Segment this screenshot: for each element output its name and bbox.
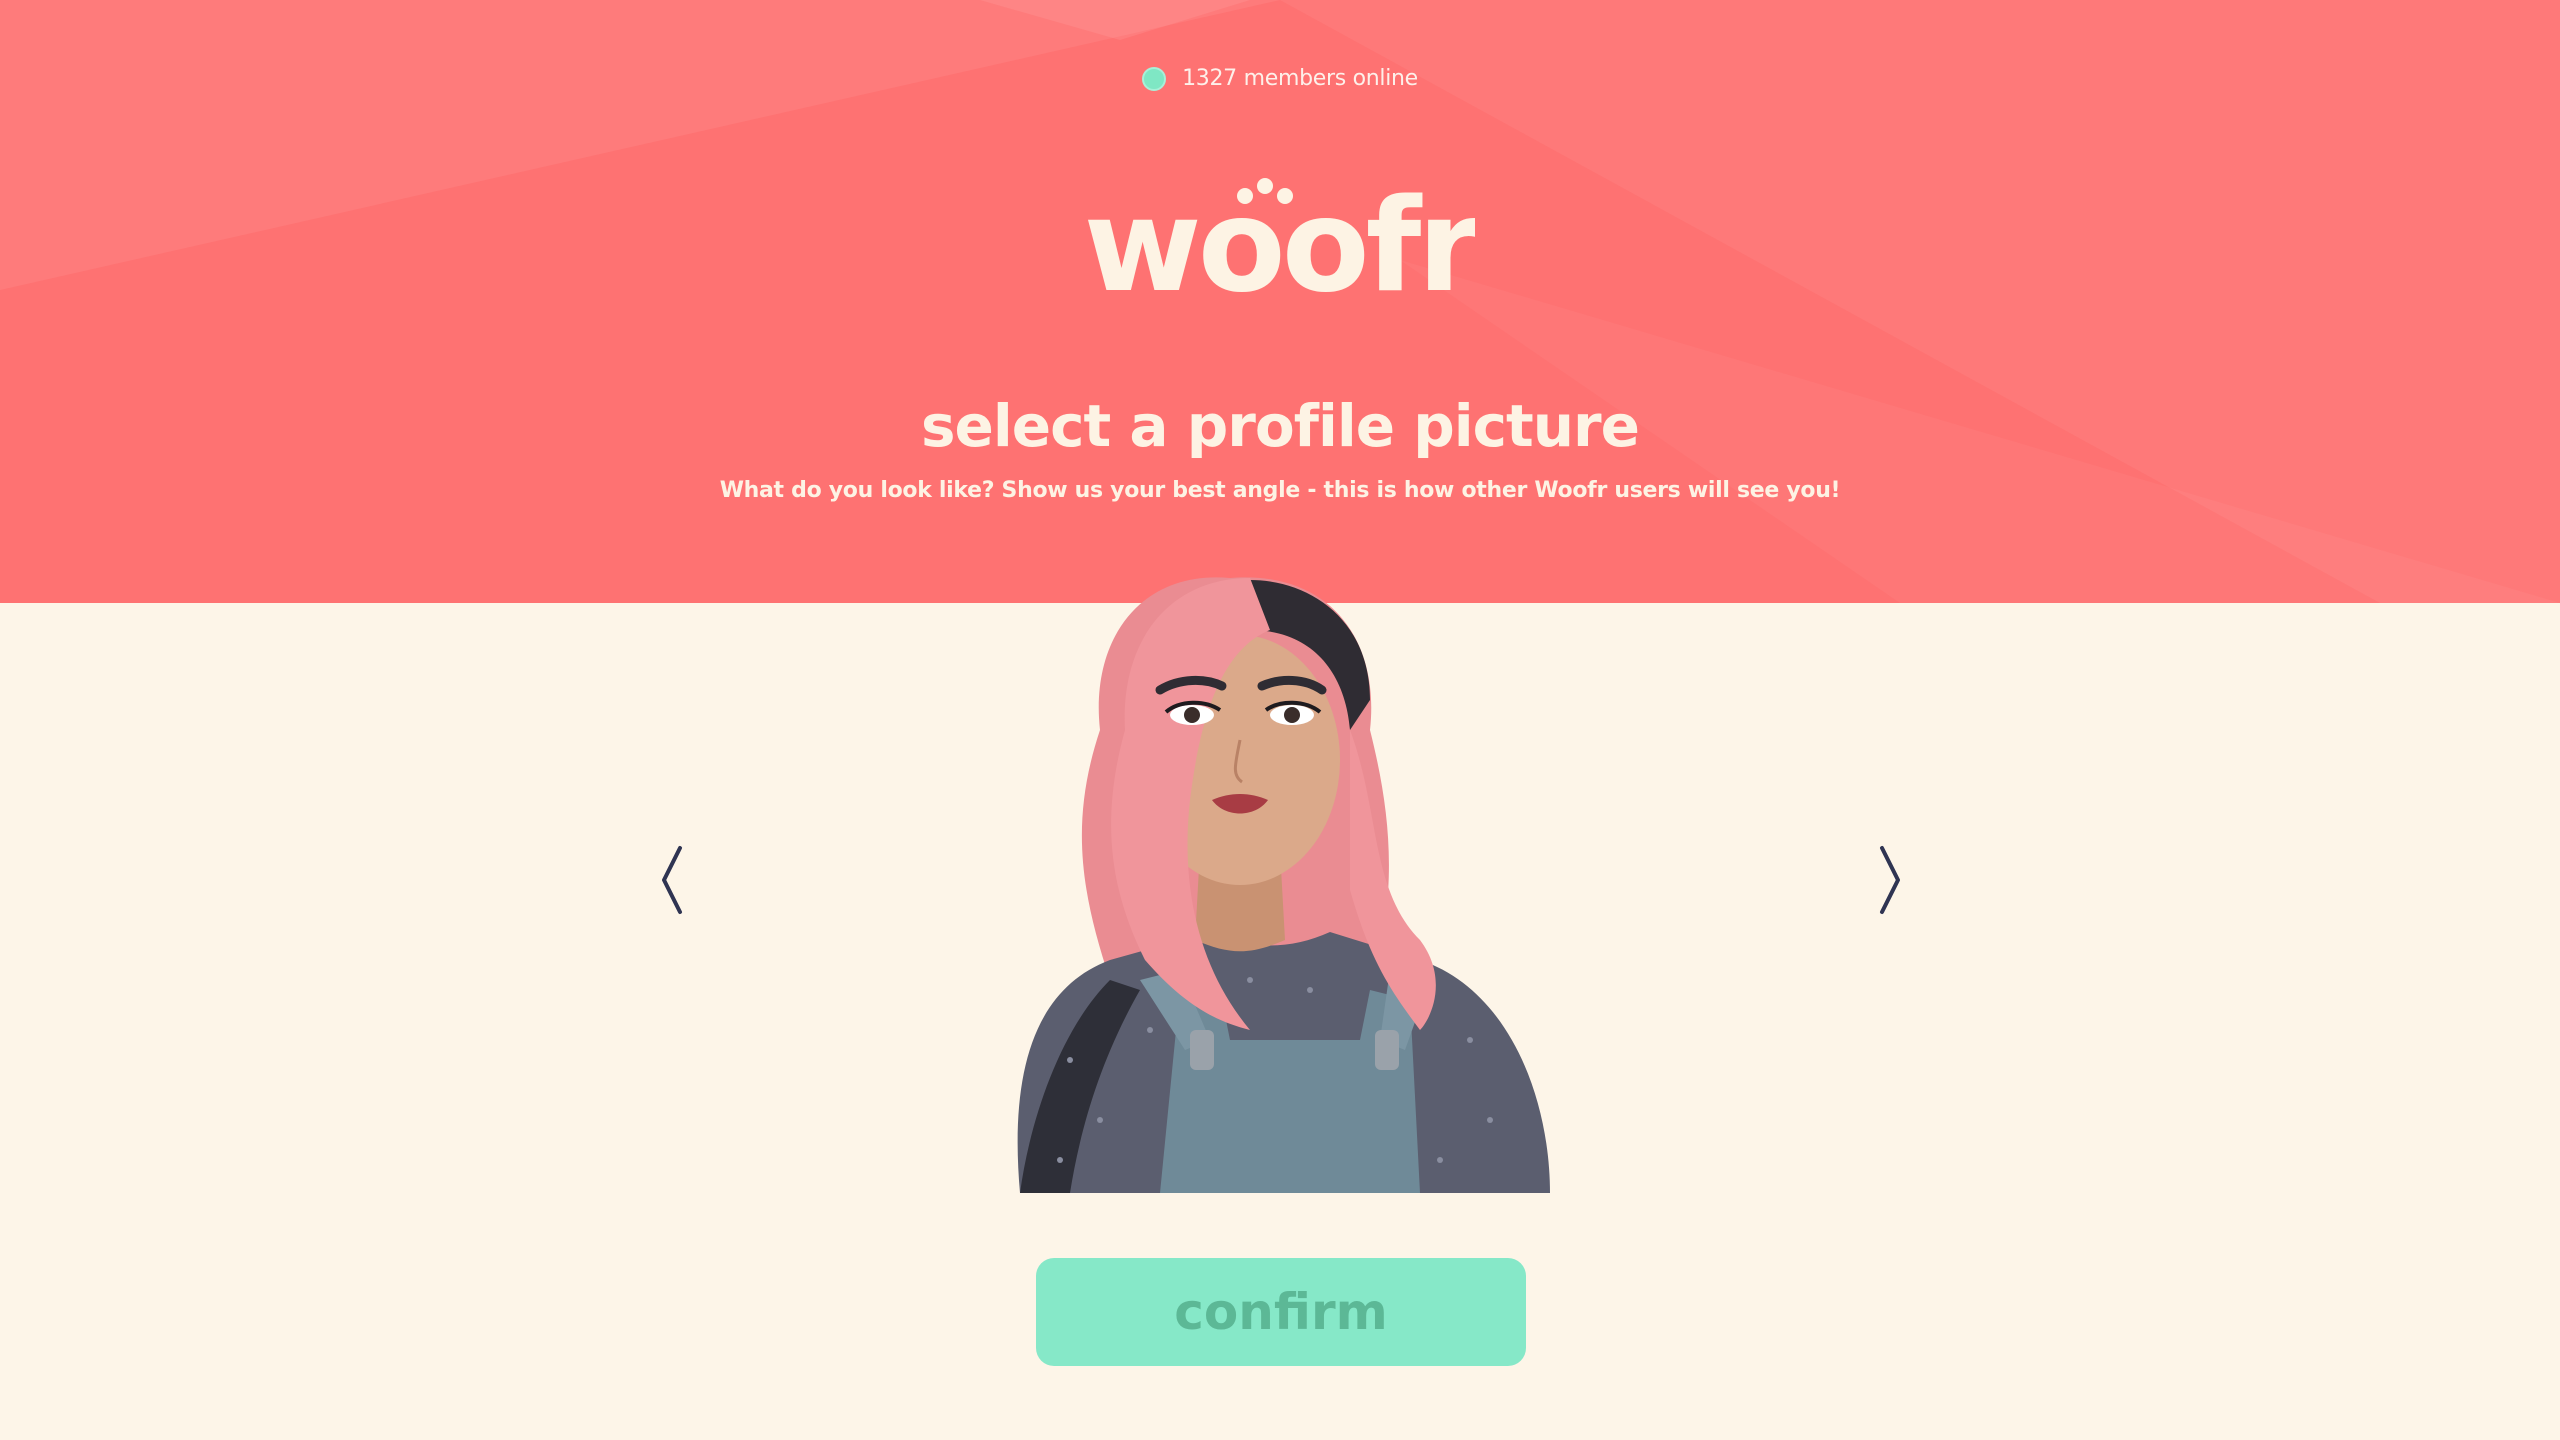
header-banner: 1327 members online woofr select a profi… <box>0 0 2560 603</box>
page-title: select a profile picture <box>921 392 1640 460</box>
logo: woofr <box>0 170 2560 300</box>
chevron-left-icon[interactable] <box>652 840 692 920</box>
page-subtitle: What do you look like? Show us your best… <box>719 478 1841 503</box>
online-status: 1327 members online <box>0 66 2560 91</box>
confirm-button[interactable]: confirm <box>1036 1258 1526 1366</box>
online-indicator-icon <box>1142 66 1167 91</box>
chevron-right-icon[interactable] <box>1870 840 1910 920</box>
online-count: 1327 members online <box>1182 66 1418 91</box>
profile-avatar <box>1017 577 1550 1193</box>
woofr-logo: woofr <box>1085 172 1475 300</box>
